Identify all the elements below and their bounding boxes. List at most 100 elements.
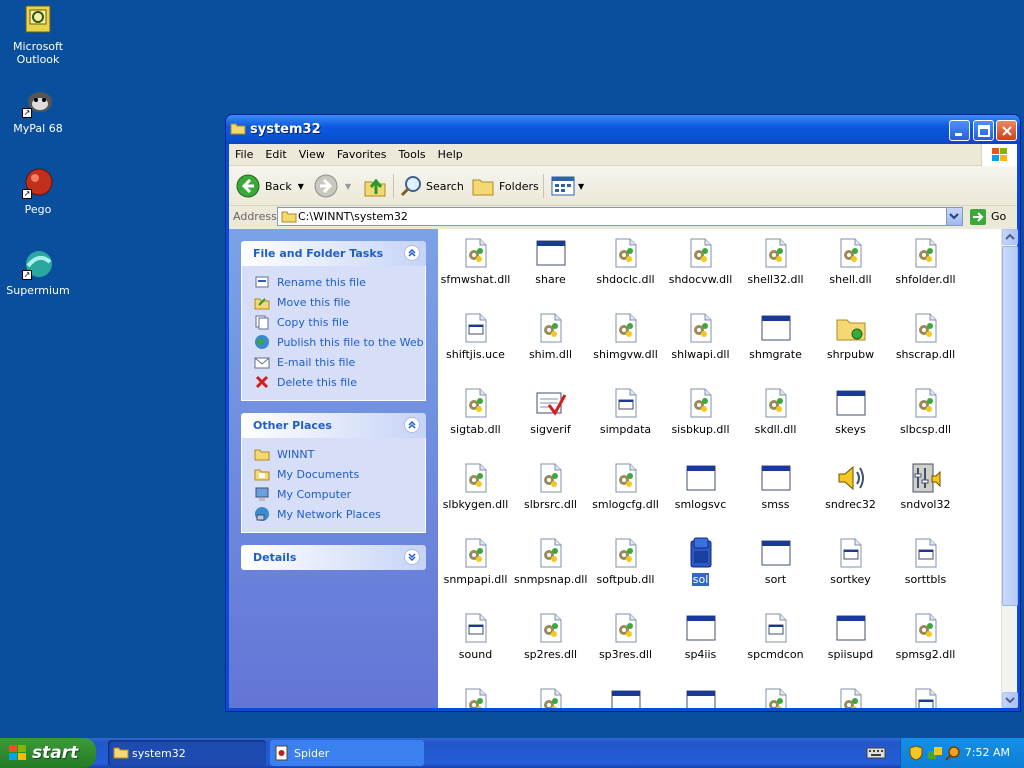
address-dropdown-button[interactable] [946, 208, 962, 225]
desktop-icon-outlook[interactable]: Microsoft Outlook [0, 4, 76, 66]
close-button[interactable] [996, 120, 1017, 141]
file-item[interactable]: slbcsp.dll [888, 387, 963, 436]
file-item[interactable] [813, 687, 888, 708]
menu-edit[interactable]: Edit [259, 144, 292, 161]
maximize-button[interactable] [973, 120, 994, 141]
search-tray-icon[interactable] [945, 745, 961, 761]
forward-button[interactable]: ▼ [313, 172, 351, 200]
file-item[interactable]: sound [438, 612, 513, 661]
collapse-chevron-icon[interactable] [404, 417, 420, 433]
task-delete[interactable]: Delete this file [254, 372, 425, 392]
place-my-network[interactable]: My Network Places [254, 504, 425, 524]
task-move[interactable]: Move this file [254, 292, 425, 312]
views-button[interactable]: ▼ [551, 172, 584, 200]
file-item[interactable]: sorttbls [888, 537, 963, 586]
file-item[interactable]: smlogcfg.dll [588, 462, 663, 511]
file-item[interactable]: sp2res.dll [513, 612, 588, 661]
menu-file[interactable]: File [229, 144, 259, 161]
start-button[interactable]: start [0, 738, 96, 768]
file-item[interactable]: shim.dll [513, 312, 588, 361]
collapse-chevron-icon[interactable] [404, 245, 420, 261]
expand-chevron-icon[interactable] [404, 549, 420, 565]
file-item[interactable]: shell.dll [813, 237, 888, 286]
file-item[interactable]: shmgrate [738, 312, 813, 361]
menu-tools[interactable]: Tools [393, 144, 432, 161]
file-item[interactable]: skeys [813, 387, 888, 436]
task-copy[interactable]: Copy this file [254, 312, 425, 332]
task-rename[interactable]: Rename this file [254, 272, 425, 292]
file-item[interactable]: snmpapi.dll [438, 537, 513, 586]
place-my-computer[interactable]: My Computer [254, 484, 425, 504]
file-item[interactable]: shimgvw.dll [588, 312, 663, 361]
file-item[interactable] [438, 687, 513, 708]
file-item[interactable]: sol [663, 537, 738, 586]
file-item[interactable]: sisbkup.dll [663, 387, 738, 436]
vertical-scrollbar[interactable] [1001, 229, 1018, 708]
file-item[interactable]: shfolder.dll [888, 237, 963, 286]
panel-header[interactable]: File and Folder Tasks [241, 241, 426, 266]
file-item[interactable]: share [513, 237, 588, 286]
file-item[interactable]: smss [738, 462, 813, 511]
file-item[interactable]: shell32.dll [738, 237, 813, 286]
file-item[interactable] [663, 687, 738, 708]
scroll-up-button[interactable] [1002, 229, 1018, 245]
desktop-icon-supermium[interactable]: ↗ Supermium [0, 248, 76, 297]
go-button[interactable]: Go [969, 207, 1006, 226]
taskbar-button-system32[interactable]: system32 [108, 740, 266, 766]
file-item[interactable]: sp4iis [663, 612, 738, 661]
forward-dropdown-icon[interactable]: ▼ [345, 182, 351, 191]
desktop-icon-mypal[interactable]: ↗ MyPal 68 [0, 86, 76, 135]
file-item[interactable]: skdll.dll [738, 387, 813, 436]
file-item[interactable]: slbkygen.dll [438, 462, 513, 511]
panel-header[interactable]: Details [241, 545, 426, 570]
task-email[interactable]: E-mail this file [254, 352, 425, 372]
place-winnt[interactable]: WINNT [254, 444, 425, 464]
keyboard-icon[interactable] [866, 745, 886, 764]
file-item[interactable]: smlogsvc [663, 462, 738, 511]
taskbar-button-spider[interactable]: Spider [270, 740, 424, 766]
file-item[interactable]: sigtab.dll [438, 387, 513, 436]
network-status-icon[interactable] [927, 745, 943, 761]
file-item[interactable]: sigverif [513, 387, 588, 436]
desktop-icon-pego[interactable]: ↗ Pego [0, 167, 76, 216]
file-item[interactable]: sort [738, 537, 813, 586]
file-item[interactable]: shdocvw.dll [663, 237, 738, 286]
file-item[interactable]: sfmwshat.dll [438, 237, 513, 286]
scroll-thumb[interactable] [1002, 246, 1018, 606]
file-item[interactable]: spmsg2.dll [888, 612, 963, 661]
file-item[interactable]: sp3res.dll [588, 612, 663, 661]
file-item[interactable]: shiftjis.uce [438, 312, 513, 361]
security-shield-icon[interactable] [909, 745, 923, 761]
menu-view[interactable]: View [293, 144, 331, 161]
file-item[interactable]: shlwapi.dll [663, 312, 738, 361]
scroll-down-button[interactable] [1002, 692, 1018, 708]
file-item[interactable] [513, 687, 588, 708]
file-item[interactable]: shdoclc.dll [588, 237, 663, 286]
file-item[interactable]: spcmdcon [738, 612, 813, 661]
file-item[interactable] [588, 687, 663, 708]
file-item[interactable] [738, 687, 813, 708]
menu-favorites[interactable]: Favorites [331, 144, 393, 161]
file-item[interactable]: sortkey [813, 537, 888, 586]
file-item[interactable]: sndrec32 [813, 462, 888, 511]
file-item[interactable]: snmpsnap.dll [513, 537, 588, 586]
file-item[interactable] [888, 687, 963, 708]
title-bar[interactable]: system32 [226, 115, 1020, 144]
file-item[interactable]: simpdata [588, 387, 663, 436]
address-input[interactable]: C:\WINNT\system32 [277, 207, 963, 226]
file-item[interactable]: sndvol32 [888, 462, 963, 511]
menu-help[interactable]: Help [432, 144, 469, 161]
up-folder-button[interactable] [363, 172, 387, 200]
back-dropdown-icon[interactable]: ▼ [298, 182, 304, 191]
search-button[interactable]: Search [399, 172, 464, 200]
file-item[interactable]: slbrsrc.dll [513, 462, 588, 511]
file-item[interactable]: softpub.dll [588, 537, 663, 586]
file-item[interactable]: shrpubw [813, 312, 888, 361]
minimize-button[interactable] [949, 120, 970, 141]
place-my-documents[interactable]: My Documents [254, 464, 425, 484]
file-item[interactable]: spiisupd [813, 612, 888, 661]
folders-button[interactable]: Folders [471, 172, 539, 200]
panel-header[interactable]: Other Places [241, 413, 426, 438]
task-publish[interactable]: Publish this file to the Web [254, 332, 425, 352]
file-item[interactable]: shscrap.dll [888, 312, 963, 361]
